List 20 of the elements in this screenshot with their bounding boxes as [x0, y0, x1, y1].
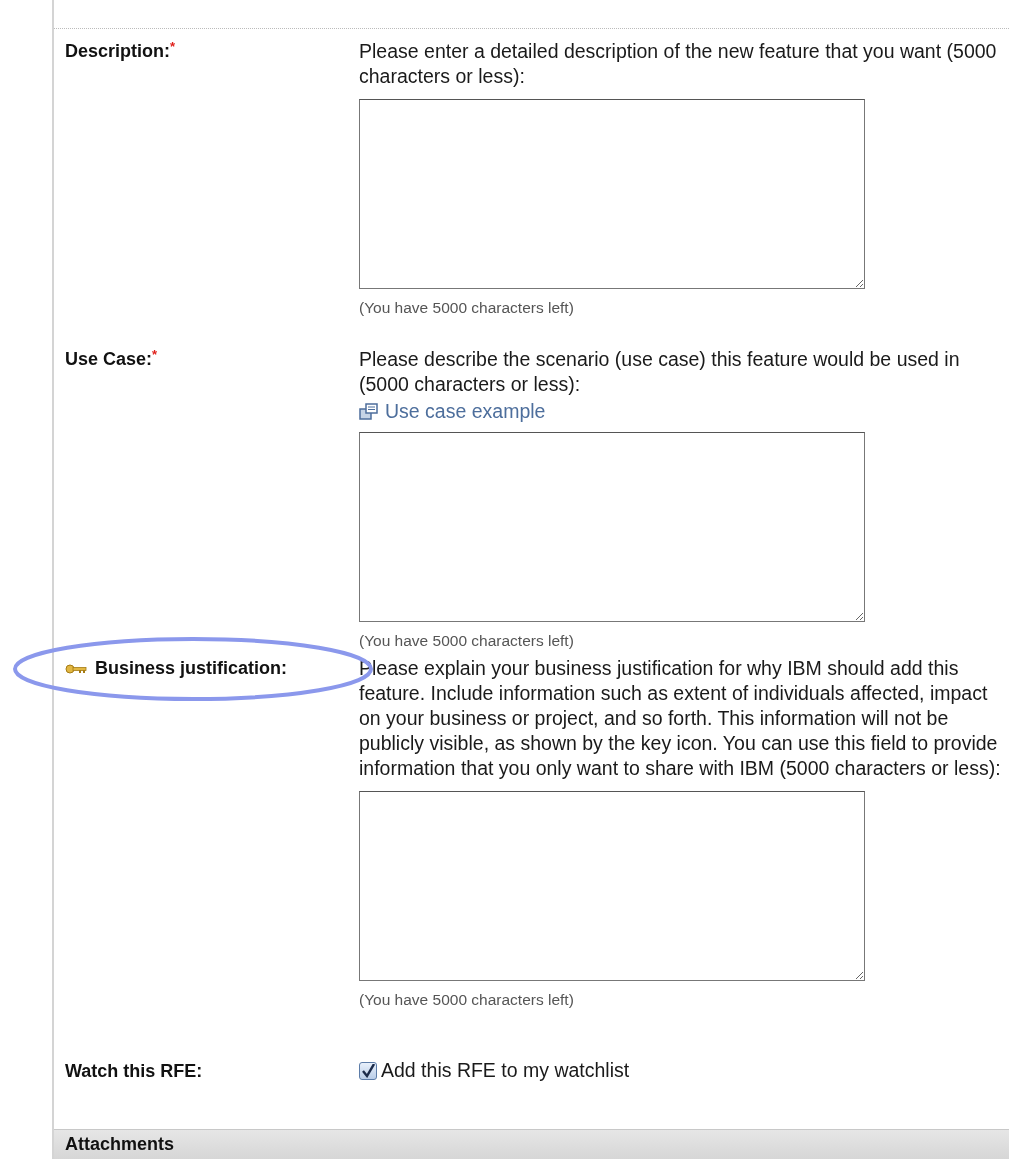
field-label: Description:*	[65, 39, 176, 63]
watchlist-checkbox[interactable]: Add this RFE to my watchlist	[359, 1059, 630, 1082]
windows-icon	[359, 402, 379, 421]
text-area[interactable]	[359, 791, 865, 981]
key-icon	[65, 663, 87, 675]
character-counter: (You have 5000 characters left)	[359, 632, 574, 650]
character-counter: (You have 5000 characters left)	[359, 991, 574, 1009]
character-counter: (You have 5000 characters left)	[359, 299, 574, 317]
text-area[interactable]	[359, 432, 865, 622]
field-label: Use Case:*	[65, 347, 158, 371]
section-header: Attachments	[54, 1129, 1009, 1159]
field-description: Please enter a detailed description of the new feature that you want (5000 characters or less):	[359, 39, 998, 89]
required-asterisk: *	[170, 39, 176, 54]
text-area[interactable]	[359, 99, 865, 289]
check-icon	[361, 1063, 375, 1078]
example-link[interactable]: Use case example	[359, 399, 546, 424]
field-label: Business justification:	[95, 657, 288, 680]
required-asterisk: *	[152, 347, 158, 362]
field-description: Please describe the scenario (use case) this feature would be used in (5000 characters or less):	[359, 347, 961, 397]
field-label: Watch this RFE:	[65, 1060, 203, 1083]
